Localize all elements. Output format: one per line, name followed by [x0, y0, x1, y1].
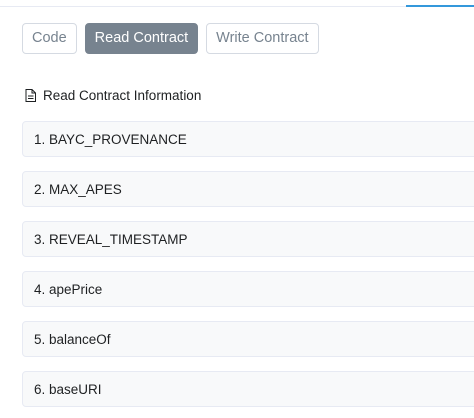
tab-read-contract[interactable]: Read Contract: [84, 23, 199, 54]
tab-code[interactable]: Code: [22, 23, 77, 54]
function-row-ape-price[interactable]: 4. apePrice: [22, 271, 474, 307]
function-label: 6. baseURI: [34, 381, 102, 397]
active-tab-indicator: [406, 5, 474, 7]
function-row-reveal-timestamp[interactable]: 3. REVEAL_TIMESTAMP: [22, 221, 474, 257]
section-title: Read Contract Information: [43, 88, 202, 103]
top-tab-bar-border: [0, 0, 474, 7]
function-label: 3. REVEAL_TIMESTAMP: [34, 231, 188, 247]
tab-write-contract[interactable]: Write Contract: [206, 23, 319, 54]
function-row-bayc-provenance[interactable]: 1. BAYC_PROVENANCE: [22, 121, 474, 157]
read-functions-list: 1. BAYC_PROVENANCE 2. MAX_APES 3. REVEAL…: [22, 121, 474, 418]
function-label: 5. balanceOf: [34, 331, 111, 347]
function-label: 1. BAYC_PROVENANCE: [34, 131, 187, 147]
function-row-base-uri[interactable]: 6. baseURI: [22, 371, 474, 407]
function-row-max-apes[interactable]: 2. MAX_APES: [22, 171, 474, 207]
document-icon: [25, 89, 36, 102]
function-row-balance-of[interactable]: 5. balanceOf: [22, 321, 474, 357]
section-header: Read Contract Information: [25, 88, 201, 103]
function-label: 2. MAX_APES: [34, 181, 122, 197]
function-label: 4. apePrice: [34, 281, 103, 297]
contract-tabs: Code Read Contract Write Contract: [22, 23, 327, 54]
